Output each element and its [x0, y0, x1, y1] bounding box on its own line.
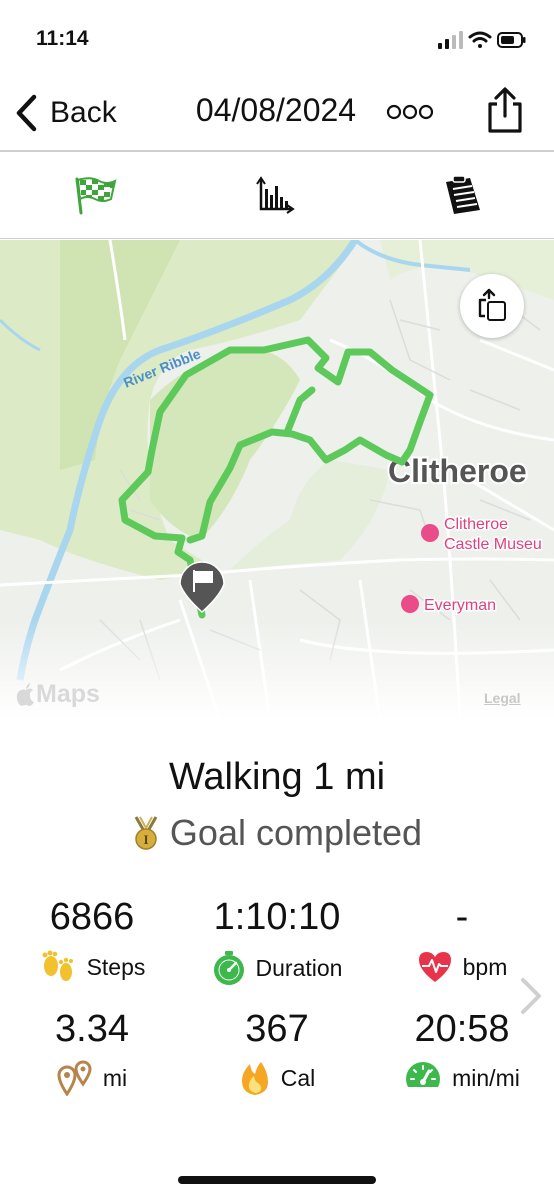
stat-duration-label: Duration	[185, 950, 369, 986]
stat-calories-value: 367	[245, 1008, 309, 1050]
stat-steps-value: 6866	[49, 896, 135, 938]
stat-bpm-value: -	[455, 896, 469, 938]
stat-calories-label: Cal	[185, 1060, 369, 1096]
stat-distance-label: mi	[0, 1060, 184, 1096]
header-divider	[0, 150, 554, 152]
apple-logo-icon	[16, 682, 34, 706]
theatre-marker-icon	[401, 595, 419, 613]
chevron-left-icon	[16, 94, 37, 132]
clipboard-icon	[446, 175, 480, 214]
stat-distance-value: 3.34	[55, 1008, 129, 1050]
stopwatch-icon	[213, 951, 244, 985]
status-icons	[438, 31, 526, 49]
activity-title: Walking 1 mi	[168, 756, 386, 798]
location-pins-icon	[57, 1060, 92, 1096]
speedometer-icon	[406, 1062, 441, 1096]
town-label: Clitheroe	[388, 453, 527, 489]
tab-notes[interactable]	[432, 170, 492, 220]
tab-chart[interactable]	[246, 170, 306, 220]
goal-label: Goal completed	[169, 812, 423, 853]
wifi-icon	[468, 31, 492, 48]
chevron-right-icon[interactable]	[518, 976, 544, 1016]
maps-attribution: Maps	[16, 680, 100, 709]
svg-text:Castle Museu: Castle Museu	[444, 536, 542, 553]
back-button[interactable]: Back	[14, 92, 117, 134]
home-indicator[interactable]	[178, 1176, 376, 1184]
share-icon[interactable]	[484, 86, 526, 134]
legal-link[interactable]: Legal	[484, 690, 521, 706]
stat-pace-label: min/mi	[370, 1060, 554, 1096]
museum-marker-icon	[421, 524, 439, 542]
checkered-flag-icon	[75, 177, 117, 215]
share-icon	[478, 288, 506, 321]
more-options-icon[interactable]	[386, 102, 434, 122]
medal-icon: I	[134, 816, 158, 850]
footprints-icon	[42, 950, 73, 981]
stat-steps-label: Steps	[0, 950, 184, 984]
bar-chart-icon	[256, 176, 295, 214]
status-time: 11:14	[36, 27, 89, 50]
stat-duration-value: 1:10:10	[213, 896, 341, 938]
svg-text:Everyman: Everyman	[424, 597, 496, 614]
svg-text:Clitheroe: Clitheroe	[444, 516, 508, 533]
svg-text:I: I	[143, 832, 148, 847]
flame-icon	[241, 1062, 268, 1095]
battery-icon	[497, 32, 526, 48]
map-share-button[interactable]	[460, 274, 524, 338]
signal-icon	[438, 31, 463, 49]
back-label: Back	[50, 96, 117, 129]
tab-route[interactable]	[64, 170, 124, 220]
tabs-divider	[0, 238, 554, 239]
heart-rate-icon	[418, 952, 451, 982]
goal-status: I Goal completed	[0, 812, 554, 854]
